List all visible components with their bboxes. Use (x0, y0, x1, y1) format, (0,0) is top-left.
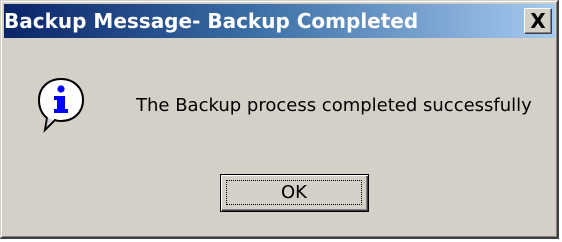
close-button[interactable]: X (524, 8, 552, 34)
focus-rectangle: OK (226, 180, 362, 205)
window-title: Backup Message- Backup Completed (4, 9, 419, 33)
close-icon: X (530, 9, 546, 33)
ok-button-label: OK (281, 182, 307, 203)
message-dialog: Backup Message- Backup Completed X The B… (0, 0, 559, 239)
ok-button[interactable]: OK (220, 174, 369, 212)
title-bar[interactable]: Backup Message- Backup Completed X (4, 4, 555, 38)
information-icon (37, 77, 85, 133)
message-text: The Backup process completed successfull… (136, 95, 532, 116)
